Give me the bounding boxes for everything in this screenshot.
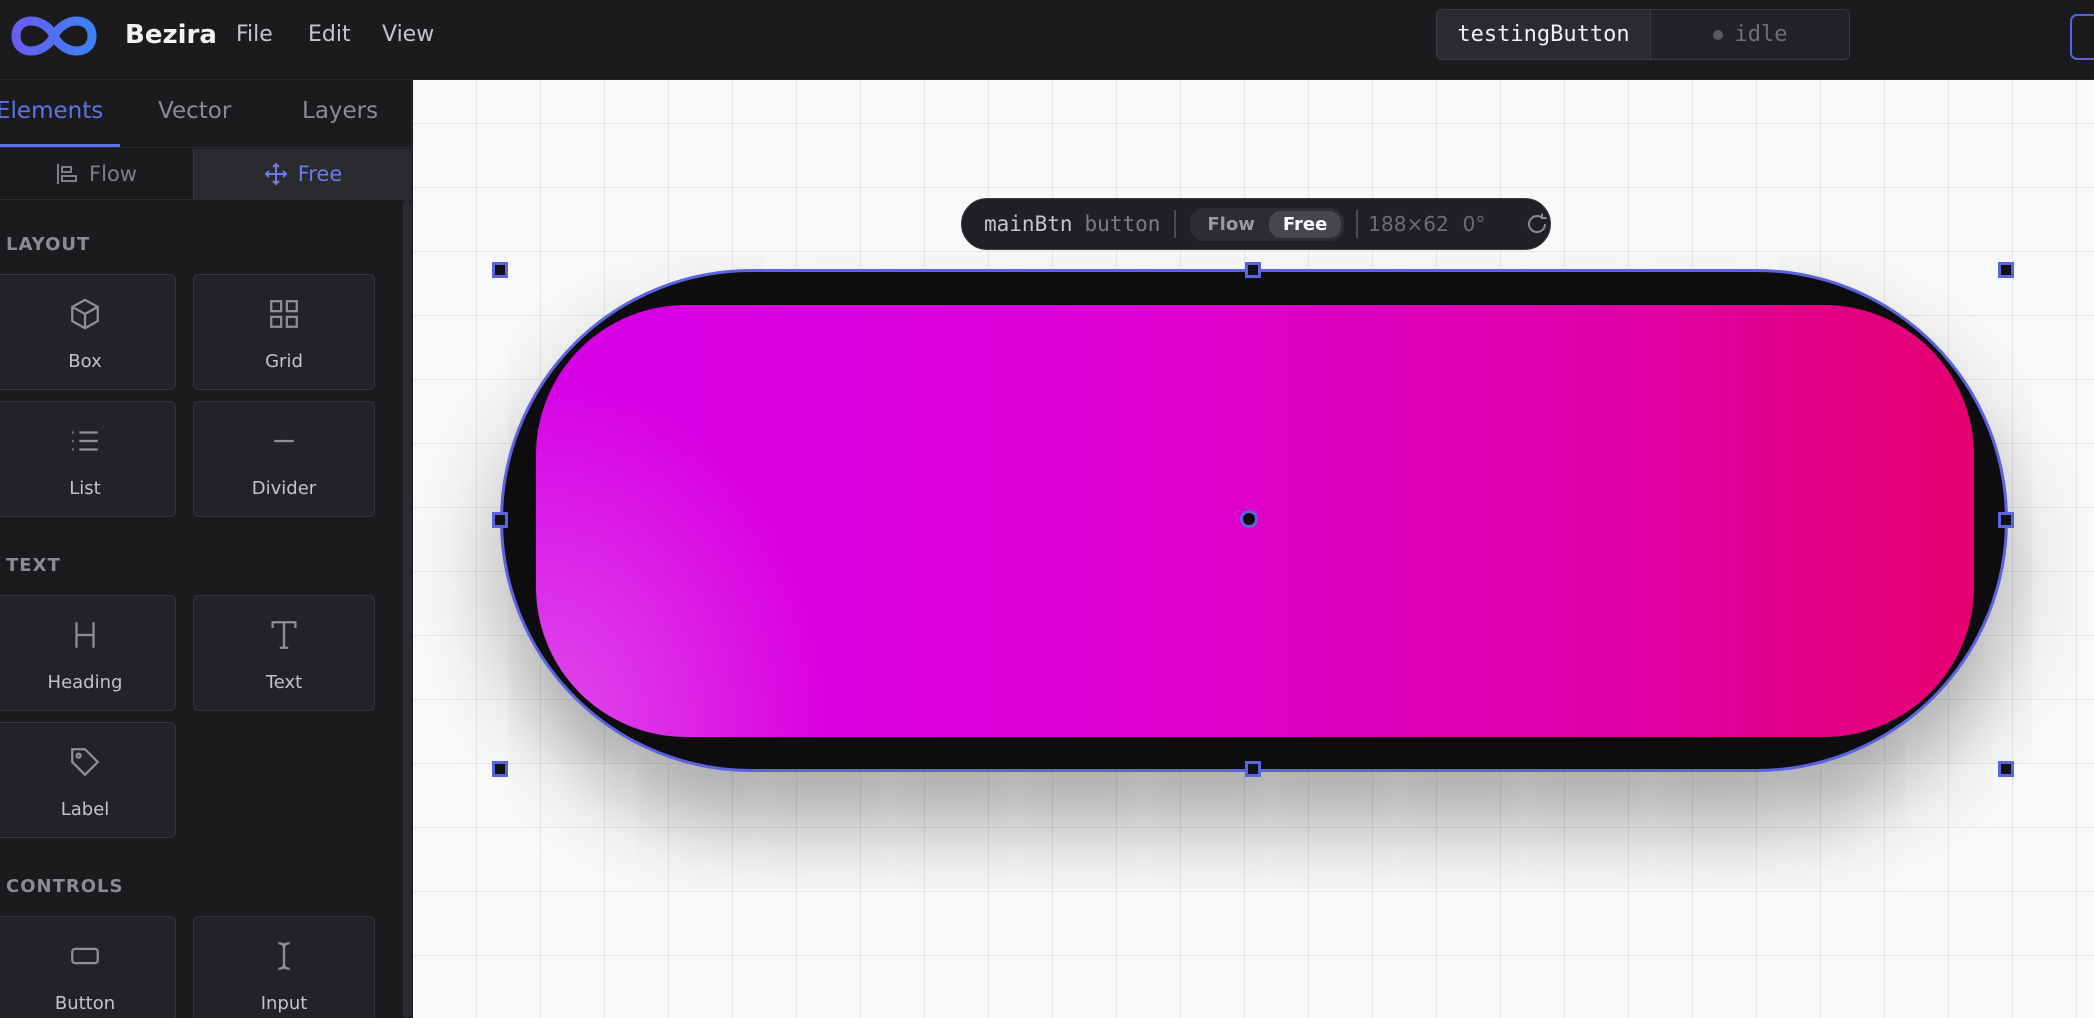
toolbar-rotation: 0°	[1462, 212, 1486, 236]
element-label-label: Label	[60, 799, 110, 820]
status-dot-icon	[1712, 29, 1723, 40]
layout-mode-toggle: Flow Free	[0, 149, 411, 200]
toolbar-element-type: button	[1084, 212, 1161, 236]
component-name[interactable]: testingButton	[1437, 10, 1651, 59]
reset-rotation-icon[interactable]	[1525, 212, 1549, 236]
infinity-logo-icon	[11, 16, 97, 56]
element-label[interactable]: Label	[0, 722, 176, 838]
menu-view[interactable]: View	[382, 22, 434, 47]
button-icon	[71, 947, 99, 965]
resize-handle-bottom[interactable]	[1245, 761, 1261, 777]
resize-handle-right[interactable]	[1998, 512, 2014, 528]
element-box[interactable]: Box	[0, 274, 176, 390]
mode-flow-button[interactable]: Flow	[0, 149, 192, 199]
status-indicator: idle	[1651, 10, 1849, 59]
element-input[interactable]: Input	[193, 916, 375, 1018]
section-controls-title: CONTROLS	[6, 876, 124, 897]
toolbar-mode-flow[interactable]: Flow	[1193, 211, 1268, 238]
toolbar-element-name: mainBtn	[984, 212, 1073, 236]
active-tab-indicator	[0, 144, 120, 147]
menu-edit[interactable]: Edit	[308, 22, 351, 47]
component-name-box[interactable]: testingButton idle	[1436, 9, 1850, 60]
move-icon	[264, 162, 288, 186]
tag-icon	[71, 748, 100, 777]
element-input-label: Input	[260, 993, 308, 1014]
sidebar-tabs: Elements Vector Layers	[0, 80, 411, 148]
element-button[interactable]: Button	[0, 916, 176, 1018]
toolbar-divider	[1356, 210, 1359, 238]
sidebar: Elements Vector Layers Flow Free LAYOUT …	[0, 80, 412, 1018]
section-layout-title: LAYOUT	[6, 234, 91, 255]
resize-handle-left[interactable]	[492, 512, 508, 528]
resize-handle-top-left[interactable]	[492, 262, 508, 278]
mode-free-label: Free	[297, 162, 343, 186]
text-cursor-icon	[278, 942, 290, 970]
tab-layers[interactable]: Layers	[302, 98, 378, 124]
grid-icon	[270, 300, 298, 328]
element-list[interactable]: List	[0, 401, 176, 517]
mode-free-button[interactable]: Free	[193, 149, 411, 199]
divider-icon	[274, 439, 294, 443]
tab-elements[interactable]: Elements	[0, 98, 103, 124]
toolbar-mode-toggle: Flow Free	[1190, 207, 1345, 241]
section-text-title: TEXT	[6, 555, 61, 576]
resize-handle-bottom-right[interactable]	[1998, 761, 2014, 777]
status-text: idle	[1734, 22, 1788, 47]
design-canvas[interactable]: mainBtn button Flow Free 188×62 0°	[413, 80, 2094, 1018]
element-box-label: Box	[68, 351, 102, 372]
panel-toggle-button[interactable]	[2070, 14, 2094, 60]
app-brand: Bezira	[125, 20, 217, 50]
resize-handle-top-right[interactable]	[1998, 262, 2014, 278]
element-list-label: List	[69, 478, 101, 499]
element-toolbar: mainBtn button Flow Free 188×62 0°	[961, 198, 1551, 250]
element-text[interactable]: Text	[193, 595, 375, 711]
tab-vector[interactable]: Vector	[158, 98, 231, 124]
element-grid-label: Grid	[265, 351, 303, 372]
rotation-center-handle[interactable]	[1240, 510, 1258, 528]
top-bar: Bezira File Edit View testingButton idle	[0, 0, 2094, 80]
element-grid[interactable]: Grid	[193, 274, 375, 390]
resize-handle-bottom-left[interactable]	[492, 761, 508, 777]
element-heading[interactable]: Heading	[0, 595, 176, 711]
cube-icon	[71, 298, 99, 330]
element-divider[interactable]: Divider	[193, 401, 375, 517]
sidebar-scrollbar[interactable]	[403, 200, 411, 1018]
menu-file[interactable]: File	[236, 22, 273, 47]
toolbar-mode-free[interactable]: Free	[1268, 210, 1342, 238]
element-text-label: Text	[265, 672, 303, 693]
element-heading-label: Heading	[47, 672, 123, 693]
mode-flow-label: Flow	[89, 162, 137, 186]
text-icon	[271, 621, 297, 649]
toolbar-divider	[1174, 210, 1177, 238]
flow-icon	[57, 164, 78, 184]
element-button-label: Button	[54, 993, 116, 1014]
toolbar-dimensions: 188×62	[1368, 212, 1449, 236]
resize-handle-top[interactable]	[1245, 262, 1261, 278]
list-icon	[72, 431, 98, 451]
element-divider-label: Divider	[251, 478, 317, 499]
heading-icon	[75, 622, 95, 648]
